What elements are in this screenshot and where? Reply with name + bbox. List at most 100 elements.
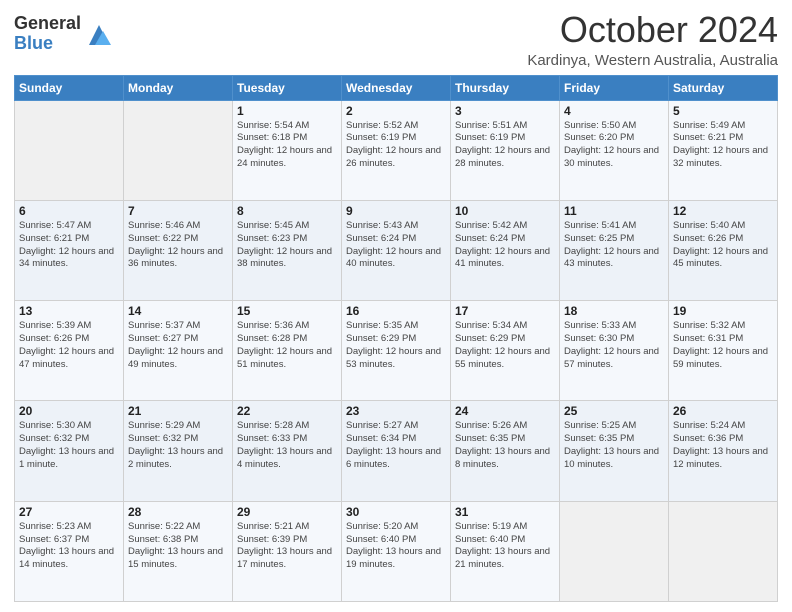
logo-general-text: General — [14, 14, 81, 34]
day-info: Sunrise: 5:45 AMSunset: 6:23 PMDaylight:… — [237, 220, 337, 271]
day-number: 12 — [673, 204, 773, 218]
col-tuesday: Tuesday — [233, 75, 342, 100]
calendar-cell: 21Sunrise: 5:29 AMSunset: 6:32 PMDayligh… — [124, 401, 233, 501]
day-number: 23 — [346, 404, 446, 418]
day-number: 24 — [455, 404, 555, 418]
day-info: Sunrise: 5:54 AMSunset: 6:18 PMDaylight:… — [237, 120, 337, 171]
day-info: Sunrise: 5:32 AMSunset: 6:31 PMDaylight:… — [673, 320, 773, 371]
logo: General Blue — [14, 14, 113, 54]
day-info: Sunrise: 5:22 AMSunset: 6:38 PMDaylight:… — [128, 521, 228, 572]
calendar-cell: 14 Sunrise: 5:37 AMSunset: 6:27 PMDayligh… — [124, 301, 233, 401]
title-area: October 2024 Kardinya, Western Australia… — [527, 10, 778, 69]
day-number: 2 — [346, 104, 446, 118]
day-number: 10 — [455, 204, 555, 218]
day-number: 22 — [237, 404, 337, 418]
day-info: Sunrise: 5:47 AMSunset: 6:21 PMDaylight:… — [19, 220, 119, 271]
day-number: 15 — [237, 304, 337, 318]
day-info: Sunrise: 5:23 AMSunset: 6:37 PMDaylight:… — [19, 521, 119, 572]
calendar-cell: 10 Sunrise: 5:42 AMSunset: 6:24 PMDayligh… — [451, 200, 560, 300]
day-info: Sunrise: 5:42 AMSunset: 6:24 PMDaylight:… — [455, 220, 555, 271]
calendar-header: Sunday Monday Tuesday Wednesday Thursday… — [15, 75, 778, 100]
day-info: Sunrise: 5:37 AMSunset: 6:27 PMDaylight:… — [128, 320, 228, 371]
calendar-cell: 17 Sunrise: 5:34 AMSunset: 6:29 PMDayligh… — [451, 301, 560, 401]
calendar-cell: 31 Sunrise: 5:19 AMSunset: 6:40 PMDayligh… — [451, 501, 560, 601]
day-number: 14 — [128, 304, 228, 318]
day-info: Sunrise: 5:35 AMSunset: 6:29 PMDaylight:… — [346, 320, 446, 371]
day-number: 27 — [19, 505, 119, 519]
day-number: 17 — [455, 304, 555, 318]
day-info: Sunrise: 5:34 AMSunset: 6:29 PMDaylight:… — [455, 320, 555, 371]
calendar-cell: 9 Sunrise: 5:43 AMSunset: 6:24 PMDaylight… — [342, 200, 451, 300]
day-info: Sunrise: 5:26 AMSunset: 6:35 PMDaylight:… — [455, 420, 555, 471]
day-number: 21 — [128, 404, 228, 418]
calendar-cell: 19 Sunrise: 5:32 AMSunset: 6:31 PMDayligh… — [669, 301, 778, 401]
day-number: 19 — [673, 304, 773, 318]
calendar-cell — [669, 501, 778, 601]
day-info: Sunrise: 5:25 AMSunset: 6:35 PMDaylight:… — [564, 420, 664, 471]
calendar-cell — [124, 100, 233, 200]
calendar-cell: 18 Sunrise: 5:33 AMSunset: 6:30 PMDayligh… — [560, 301, 669, 401]
calendar-cell — [560, 501, 669, 601]
calendar-cell: 28 Sunrise: 5:22 AMSunset: 6:38 PMDayligh… — [124, 501, 233, 601]
day-info: Sunrise: 5:41 AMSunset: 6:25 PMDaylight:… — [564, 220, 664, 271]
day-number: 1 — [237, 104, 337, 118]
col-wednesday: Wednesday — [342, 75, 451, 100]
calendar-cell: 11 Sunrise: 5:41 AMSunset: 6:25 PMDayligh… — [560, 200, 669, 300]
day-info: Sunrise: 5:30 AMSunset: 6:32 PMDaylight:… — [19, 420, 119, 471]
day-info: Sunrise: 5:49 AMSunset: 6:21 PMDaylight:… — [673, 120, 773, 171]
calendar-cell: 26Sunrise: 5:24 AMSunset: 6:36 PMDayligh… — [669, 401, 778, 501]
day-number: 11 — [564, 204, 664, 218]
day-info: Sunrise: 5:19 AMSunset: 6:40 PMDaylight:… — [455, 521, 555, 572]
calendar-cell: 3Sunrise: 5:51 AMSunset: 6:19 PMDaylight… — [451, 100, 560, 200]
day-info: Sunrise: 5:46 AMSunset: 6:22 PMDaylight:… — [128, 220, 228, 271]
day-info: Sunrise: 5:20 AMSunset: 6:40 PMDaylight:… — [346, 521, 446, 572]
day-number: 29 — [237, 505, 337, 519]
page: General Blue October 2024 Kardinya, West… — [0, 0, 792, 612]
calendar-cell: 20 Sunrise: 5:30 AMSunset: 6:32 PMDayligh… — [15, 401, 124, 501]
day-info: Sunrise: 5:43 AMSunset: 6:24 PMDaylight:… — [346, 220, 446, 271]
calendar-week-1: 1 Sunrise: 5:54 AMSunset: 6:18 PMDaylight… — [15, 100, 778, 200]
calendar-week-4: 20 Sunrise: 5:30 AMSunset: 6:32 PMDayligh… — [15, 401, 778, 501]
col-thursday: Thursday — [451, 75, 560, 100]
day-number: 30 — [346, 505, 446, 519]
calendar-cell: 13 Sunrise: 5:39 AMSunset: 6:26 PMDayligh… — [15, 301, 124, 401]
day-info: Sunrise: 5:51 AMSunset: 6:19 PMDaylight:… — [455, 120, 555, 171]
calendar-cell: 15 Sunrise: 5:36 AMSunset: 6:28 PMDayligh… — [233, 301, 342, 401]
day-number: 7 — [128, 204, 228, 218]
day-number: 13 — [19, 304, 119, 318]
day-info: Sunrise: 5:21 AMSunset: 6:39 PMDaylight:… — [237, 521, 337, 572]
month-title: October 2024 — [527, 10, 778, 50]
calendar-cell: 12Sunrise: 5:40 AMSunset: 6:26 PMDayligh… — [669, 200, 778, 300]
header-row: Sunday Monday Tuesday Wednesday Thursday… — [15, 75, 778, 100]
day-info: Sunrise: 5:33 AMSunset: 6:30 PMDaylight:… — [564, 320, 664, 371]
day-number: 18 — [564, 304, 664, 318]
calendar-cell: 30 Sunrise: 5:20 AMSunset: 6:40 PMDayligh… — [342, 501, 451, 601]
logo-icon — [85, 21, 113, 49]
day-number: 28 — [128, 505, 228, 519]
calendar-cell: 24 Sunrise: 5:26 AMSunset: 6:35 PMDayligh… — [451, 401, 560, 501]
day-number: 9 — [346, 204, 446, 218]
calendar-body: 1 Sunrise: 5:54 AMSunset: 6:18 PMDaylight… — [15, 100, 778, 601]
calendar-cell: 4Sunrise: 5:50 AMSunset: 6:20 PMDaylight… — [560, 100, 669, 200]
day-info: Sunrise: 5:36 AMSunset: 6:28 PMDaylight:… — [237, 320, 337, 371]
day-info: Sunrise: 5:39 AMSunset: 6:26 PMDaylight:… — [19, 320, 119, 371]
logo-blue-text: Blue — [14, 34, 81, 54]
day-number: 31 — [455, 505, 555, 519]
calendar-cell: 1 Sunrise: 5:54 AMSunset: 6:18 PMDaylight… — [233, 100, 342, 200]
day-info: Sunrise: 5:50 AMSunset: 6:20 PMDaylight:… — [564, 120, 664, 171]
calendar-cell: 23Sunrise: 5:27 AMSunset: 6:34 PMDayligh… — [342, 401, 451, 501]
day-number: 16 — [346, 304, 446, 318]
calendar-cell: 7 Sunrise: 5:46 AMSunset: 6:22 PMDaylight… — [124, 200, 233, 300]
calendar-cell: 6Sunrise: 5:47 AMSunset: 6:21 PMDaylight… — [15, 200, 124, 300]
col-sunday: Sunday — [15, 75, 124, 100]
calendar-week-3: 13 Sunrise: 5:39 AMSunset: 6:26 PMDayligh… — [15, 301, 778, 401]
calendar-cell: 8 Sunrise: 5:45 AMSunset: 6:23 PMDaylight… — [233, 200, 342, 300]
col-monday: Monday — [124, 75, 233, 100]
day-number: 20 — [19, 404, 119, 418]
calendar-cell: 25Sunrise: 5:25 AMSunset: 6:35 PMDayligh… — [560, 401, 669, 501]
day-number: 8 — [237, 204, 337, 218]
calendar-cell: 16 Sunrise: 5:35 AMSunset: 6:29 PMDayligh… — [342, 301, 451, 401]
calendar-week-5: 27 Sunrise: 5:23 AMSunset: 6:37 PMDayligh… — [15, 501, 778, 601]
calendar-cell: 5Sunrise: 5:49 AMSunset: 6:21 PMDaylight… — [669, 100, 778, 200]
calendar-cell — [15, 100, 124, 200]
